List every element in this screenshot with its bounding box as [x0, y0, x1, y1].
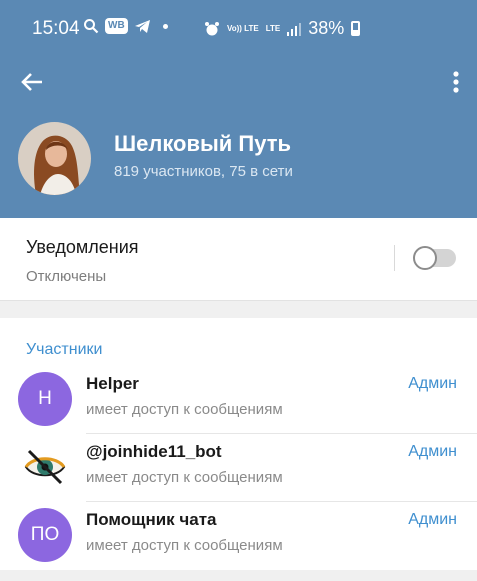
member-row[interactable]: @joinhide11_bot имеет доступ к сообщения… — [0, 434, 477, 502]
notifications-toggle[interactable] — [413, 246, 456, 270]
member-avatar — [18, 440, 72, 494]
member-row[interactable]: H Helper имеет доступ к сообщениям Админ — [0, 366, 477, 434]
member-status: имеет доступ к сообщениям — [86, 469, 283, 486]
section-gap — [0, 300, 477, 318]
group-avatar[interactable] — [18, 122, 91, 195]
more-menu-button[interactable] — [442, 64, 470, 100]
notifications-title: Уведомления — [26, 237, 139, 257]
member-status: имеет доступ к сообщениям — [86, 537, 283, 554]
more-vertical-icon — [453, 71, 459, 93]
back-button[interactable] — [14, 64, 50, 100]
member-name: Helper — [86, 374, 139, 393]
battery-percent: 38% — [308, 18, 345, 38]
notification-dot-icon — [162, 23, 168, 29]
member-avatar: ПО — [18, 508, 72, 562]
group-header: 15:04 WB Vo)) LTE LTE 38% Шелковый Путь … — [0, 0, 477, 218]
wb-app-icon: WB — [105, 18, 128, 34]
member-initials: ПО — [30, 524, 60, 545]
member-role-badge: Админ — [408, 443, 457, 460]
members-section-title: Участники — [26, 341, 103, 358]
status-time: 15:04 — [32, 18, 80, 39]
member-status: имеет доступ к сообщениям — [86, 401, 283, 418]
member-avatar: H — [18, 372, 72, 426]
signal-icon — [287, 22, 302, 36]
lte-label: LTE — [265, 23, 281, 33]
notifications-row[interactable] — [0, 218, 477, 300]
member-role-badge: Админ — [408, 375, 457, 392]
arrow-left-icon — [21, 73, 42, 91]
alarm-icon — [205, 21, 219, 35]
status-left-icons: WB — [83, 18, 168, 34]
member-name: @joinhide11_bot — [86, 442, 222, 461]
notifications-divider — [394, 245, 395, 271]
status-bar: 15:04 WB Vo)) LTE LTE 38% — [0, 0, 477, 58]
bottom-band — [0, 570, 477, 581]
member-role-badge: Админ — [408, 511, 457, 528]
status-right-icons: Vo)) LTE LTE 38% — [204, 18, 361, 39]
member-initials: H — [38, 388, 52, 409]
notifications-value: Отключены — [26, 268, 107, 285]
volte-label: Vo)) LTE — [227, 23, 259, 33]
battery-icon — [351, 21, 361, 36]
member-name: Помощник чата — [86, 510, 217, 529]
group-photo-image — [18, 122, 91, 195]
eye-crossed-icon — [24, 449, 66, 485]
group-title: Шелковый Путь — [114, 131, 292, 156]
group-member-count: 819 участников, 75 в сети — [114, 163, 293, 180]
toggle-knob — [413, 246, 437, 270]
telegram-icon — [134, 19, 150, 33]
member-row[interactable]: ПО Помощник чата имеет доступ к сообщени… — [0, 502, 477, 570]
search-icon — [84, 19, 99, 34]
